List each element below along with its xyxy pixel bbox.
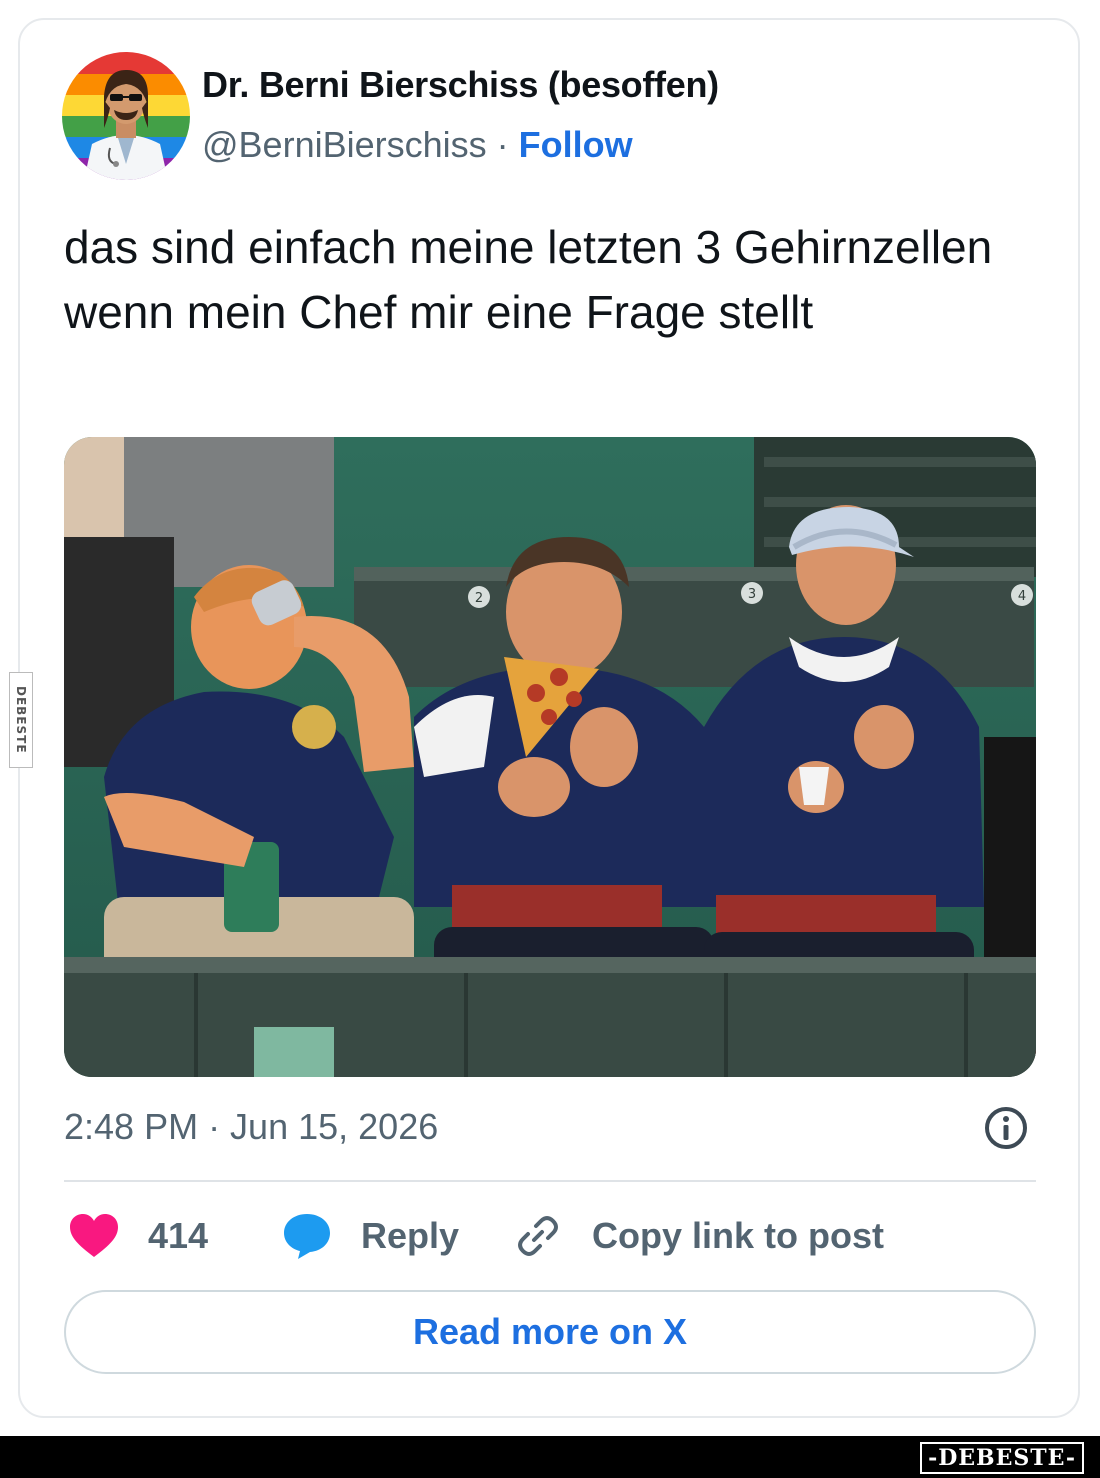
- copy-link-button[interactable]: Copy link to post: [514, 1208, 884, 1264]
- info-icon[interactable]: [983, 1105, 1029, 1151]
- like-button[interactable]: 414: [68, 1208, 208, 1264]
- seat-number: 2: [475, 591, 483, 606]
- like-count: 414: [148, 1215, 209, 1256]
- read-more-on-x-button[interactable]: Read more on X: [64, 1290, 1036, 1374]
- author-handle-row: @BerniBierschiss · Follow: [202, 124, 633, 166]
- seat-number: 4: [1018, 589, 1026, 604]
- reply-label: Reply: [361, 1215, 460, 1256]
- author-display-name[interactable]: Dr. Berni Bierschiss (besoffen): [202, 64, 719, 106]
- avatar-image: [62, 52, 190, 180]
- side-watermark: DEBESTE: [9, 672, 33, 768]
- speech-bubble-icon: [284, 1214, 330, 1259]
- tweet-timestamp[interactable]: 2:48 PM · Jun 15, 2026: [64, 1106, 438, 1148]
- author-avatar[interactable]: [62, 52, 190, 180]
- bottom-watermark-bar: -DEBESTE-: [0, 1436, 1100, 1478]
- follow-button[interactable]: Follow: [519, 124, 633, 165]
- link-icon: [518, 1216, 558, 1256]
- tweet-text: das sind einfach meine letzten 3 Gehirnz…: [64, 221, 993, 338]
- bottom-watermark-logo: -DEBESTE-: [920, 1442, 1084, 1474]
- divider: [64, 1180, 1036, 1182]
- copy-link-label: Copy link to post: [592, 1215, 884, 1256]
- handle-separator: ·: [496, 124, 509, 165]
- reply-button[interactable]: Reply: [282, 1208, 459, 1264]
- heart-icon: [70, 1214, 118, 1257]
- stadium-fans-photo: 2 3 4 10 11: [64, 437, 1036, 1077]
- seat-number: 3: [748, 587, 756, 602]
- tweet-media-photo[interactable]: 2 3 4 10 11: [64, 437, 1036, 1077]
- author-handle[interactable]: @BerniBierschiss: [202, 124, 487, 165]
- side-watermark-text: DEBESTE: [14, 686, 28, 754]
